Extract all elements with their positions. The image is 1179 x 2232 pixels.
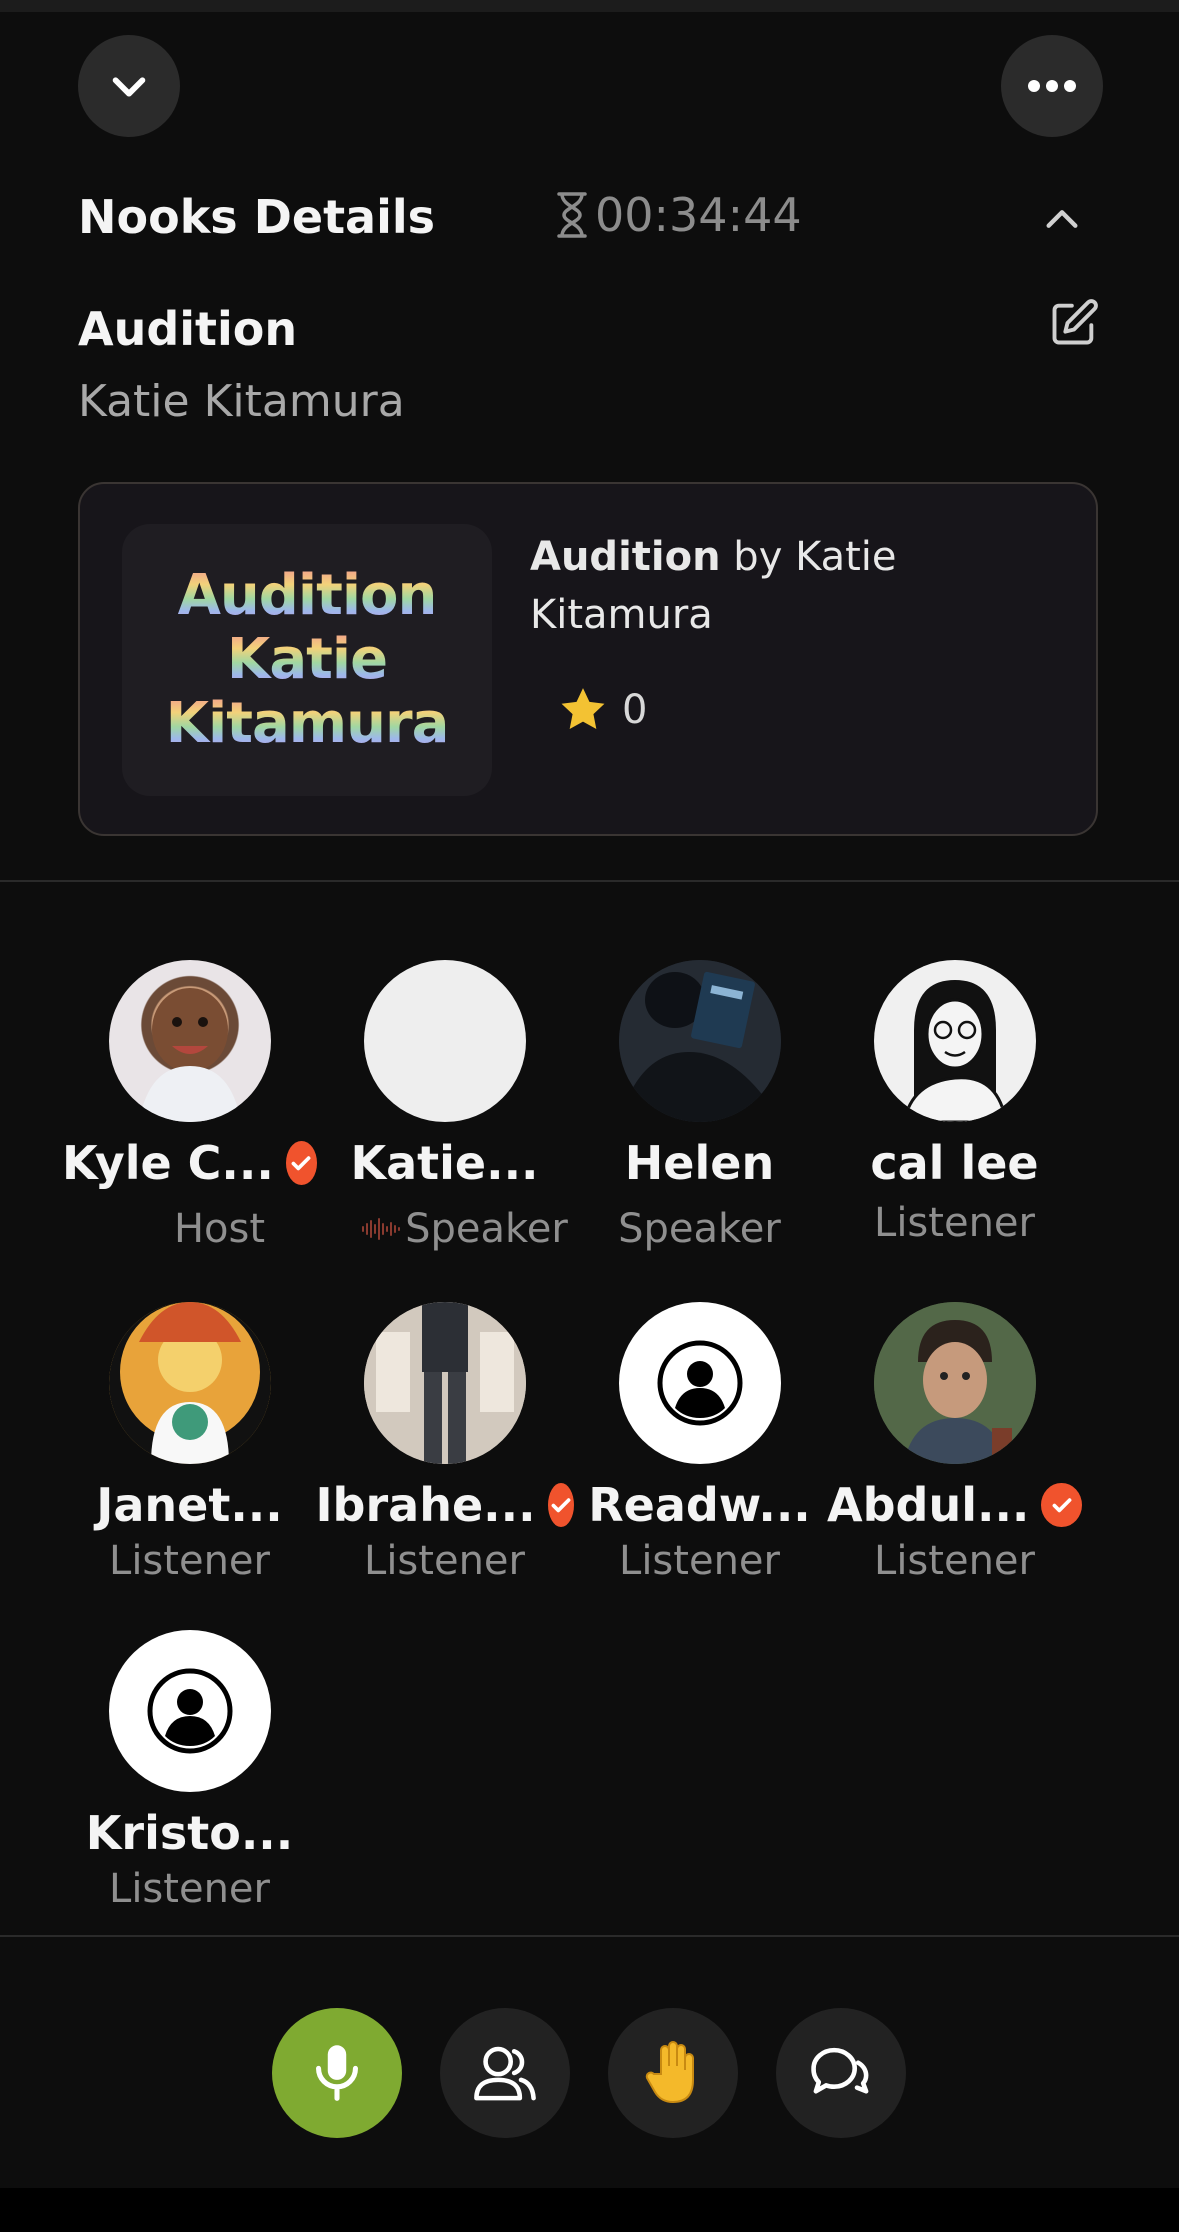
participant-name: Janet... [96,1478,283,1532]
default-avatar-icon [147,1668,232,1754]
toggle-details-button[interactable] [1040,197,1084,241]
chevron-up-icon [1046,210,1078,228]
participant-name-row: Katie... [317,1136,572,1190]
default-avatar-icon [657,1340,742,1426]
participant-name-row: Ibrahe... [315,1478,574,1532]
participant-readw[interactable]: Readw... Listener [572,1302,827,1602]
book-info: Audition by Katie Kitamura [530,528,1050,644]
room-title: Audition [78,302,298,356]
details-title: Nooks Details [78,190,436,244]
more-options-button[interactable] [1001,35,1103,137]
timer-value: 00:34:44 [595,188,802,242]
participant-name: Kyle C... [62,1136,274,1190]
room-host: Katie Kitamura [78,376,405,427]
participant-name-row: Abdul... [827,1478,1082,1532]
book-by: by [733,534,783,580]
participant-role: Speaker [618,1206,781,1252]
participant-role: Speaker [405,1206,568,1252]
avatar [108,960,271,1122]
participant-name: cal lee [870,1136,1039,1190]
book-card[interactable]: Audition Katie Kitamura Audition by Kati… [78,482,1098,836]
avatar [363,1302,526,1464]
avatar [363,960,526,1122]
participant-role-row: Speaker [337,1206,592,1252]
participant-janet[interactable]: Janet... Listener [62,1302,317,1602]
participant-role: Listener [874,1200,1035,1246]
chevron-down-icon [112,77,146,97]
edit-icon [1052,299,1098,345]
verified-badge-icon [285,1141,317,1185]
participant-helen[interactable]: Helen Speaker [572,960,827,1260]
participant-role: Listener [109,1538,270,1584]
section-divider [0,1935,1179,1937]
avatar [108,1302,271,1464]
participant-name-row: cal lee [827,1136,1082,1190]
cover-line: Kitamura [165,691,450,756]
section-divider [0,880,1179,882]
participant-role: Listener [109,1866,270,1912]
chat-icon [811,2047,869,2094]
participant-role: Host [173,1206,266,1252]
more-horizontal-icon [1028,80,1076,92]
participant-name-row: Readw... [572,1478,827,1532]
avatar [873,1302,1036,1464]
raise-hand-icon [645,2041,694,2104]
participant-cal-lee[interactable]: cal lee Listener [827,960,1082,1260]
participant-name-row: Helen [572,1136,827,1190]
edit-button[interactable] [1046,295,1102,351]
participant-role: Listener [364,1538,525,1584]
participant-kyle[interactable]: Kyle C... Host [62,960,317,1260]
participant-name: Abdul... [827,1478,1030,1532]
participant-ibrahe[interactable]: Ibrahe... Listener [315,1302,574,1602]
rating-value: 0 [622,687,648,733]
timer: 00:34:44 [555,188,802,242]
cover-line: Audition [177,563,438,628]
participant-name: Readw... [588,1478,811,1532]
avatar [108,1630,271,1792]
audio-wave-icon [362,1218,401,1240]
participant-role: Listener [619,1538,780,1584]
participant-katie[interactable]: Katie... Speaker [317,960,572,1260]
chat-button[interactable] [776,2008,906,2138]
status-strip [0,0,1179,12]
people-icon [474,2046,536,2101]
raise-hand-button[interactable] [608,2008,738,2138]
participant-name-row: Kyle C... [62,1136,317,1190]
verified-badge-icon [1041,1483,1082,1527]
participant-name: Kristo... [85,1806,294,1860]
book-cover: Audition Katie Kitamura [122,524,492,796]
hourglass-icon [557,192,587,238]
participant-name: Helen [624,1136,775,1190]
book-rating: 0 [558,686,647,734]
collapse-button[interactable] [78,35,180,137]
participant-name-row: Janet... [62,1478,317,1532]
star-icon [561,688,605,729]
cover-line: Katie [226,627,388,692]
participants-button[interactable] [440,2008,570,2138]
participant-role: Listener [874,1538,1035,1584]
microphone-button[interactable] [272,2008,402,2138]
participant-kristo[interactable]: Kristo... Listener [62,1630,317,1930]
participant-name: Katie... [350,1136,539,1190]
microphone-icon [316,2045,358,2101]
book-title: Audition [530,534,721,580]
avatar [873,960,1036,1122]
participant-name-row: Kristo... [62,1806,317,1860]
avatar [618,960,781,1122]
participant-abdul[interactable]: Abdul... Listener [827,1302,1082,1602]
verified-badge-icon [547,1483,574,1527]
participant-name: Ibrahe... [315,1478,536,1532]
navigation-strip [0,2188,1179,2232]
avatar [618,1302,781,1464]
